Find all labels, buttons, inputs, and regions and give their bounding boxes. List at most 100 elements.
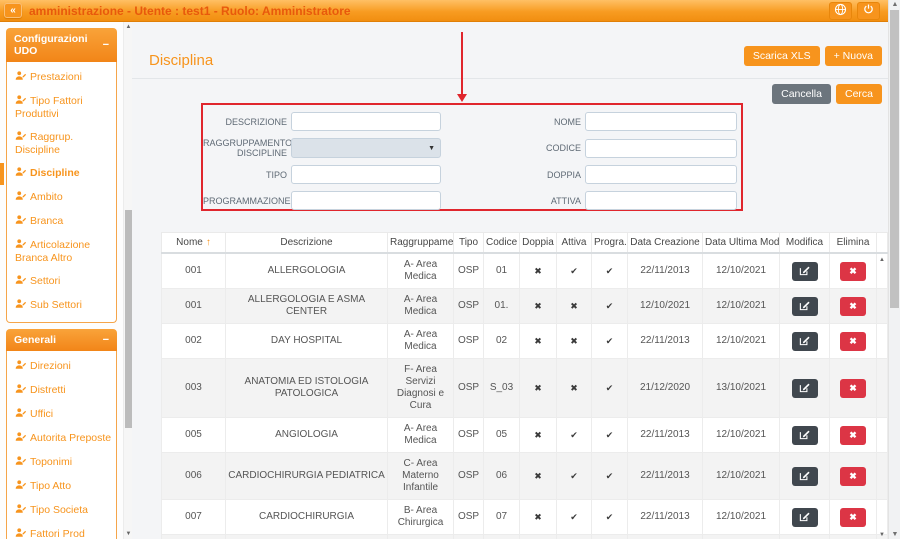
- column-header-modifica[interactable]: Modifica: [780, 233, 830, 254]
- collapse-icon[interactable]: −: [103, 40, 109, 50]
- cell-elimina: ✖: [830, 359, 877, 418]
- edit-button[interactable]: [792, 426, 818, 445]
- sidebar-item-discipline[interactable]: Discipline: [7, 161, 116, 185]
- new-button[interactable]: + Nuova: [825, 46, 882, 66]
- page-scrollbar-thumb[interactable]: [890, 10, 899, 308]
- edit-button[interactable]: [792, 508, 818, 527]
- delete-button[interactable]: ✖: [840, 297, 866, 316]
- sidebar-item-sub-settori[interactable]: Sub Settori: [7, 293, 116, 317]
- cell-nome: 001: [162, 253, 226, 289]
- attiva-input[interactable]: [585, 191, 737, 210]
- pencil-square-icon: [799, 428, 810, 443]
- doppia-input[interactable]: [585, 165, 737, 184]
- page-scrollbar[interactable]: ▲ ▼: [888, 0, 900, 539]
- table-scroll-down-icon[interactable]: ▼: [879, 532, 885, 538]
- cell-modifica: [780, 253, 830, 289]
- programmazione-input[interactable]: [291, 191, 441, 210]
- cross-icon: ✖: [534, 266, 542, 276]
- column-header-codice[interactable]: Codice: [484, 233, 520, 254]
- column-header-raggruppame[interactable]: Raggruppame...: [388, 233, 454, 254]
- scroll-up-icon[interactable]: ▲: [124, 24, 133, 30]
- sidebar-item-distretti[interactable]: Distretti: [7, 378, 116, 402]
- programmazione-flag: ✔: [592, 359, 628, 418]
- clear-button[interactable]: Cancella: [772, 84, 831, 104]
- sidebar-collapse-button[interactable]: «: [4, 3, 22, 18]
- pencil-square-icon: [799, 334, 810, 349]
- sidebar-item-articolazione-branca-altro[interactable]: Articolazione Branca Altro: [7, 233, 116, 269]
- user-edit-icon: [15, 298, 27, 312]
- tipo-input[interactable]: [291, 165, 441, 184]
- sidebar-item-direzioni[interactable]: Direzioni: [7, 354, 116, 378]
- sidebar-item-label: Discipline: [30, 167, 80, 179]
- column-header-tipo[interactable]: Tipo: [454, 233, 484, 254]
- edit-button[interactable]: [792, 467, 818, 486]
- delete-button[interactable]: ✖: [840, 332, 866, 351]
- sidebar-item-uffici[interactable]: Uffici: [7, 402, 116, 426]
- scroll-down-icon[interactable]: ▼: [889, 531, 900, 538]
- search-button[interactable]: Cerca: [836, 84, 882, 104]
- delete-button[interactable]: ✖: [840, 262, 866, 281]
- sidebar-item-ambito[interactable]: Ambito: [7, 185, 116, 209]
- raggruppamento-discipline-select[interactable]: ▼: [291, 138, 441, 158]
- column-header-nome[interactable]: Nome↑: [162, 233, 226, 254]
- sidebar-section-items: PrestazioniTipo Fattori ProduttiviRaggru…: [6, 62, 117, 323]
- column-header-attiva[interactable]: Attiva: [557, 233, 592, 254]
- check-icon: ✔: [606, 301, 614, 311]
- edit-button[interactable]: [792, 297, 818, 316]
- sidebar-section-configurazioni-udo[interactable]: Configurazioni UDO−: [6, 28, 117, 62]
- sidebar-item-toponimi[interactable]: Toponimi: [7, 450, 116, 474]
- annotation-arrow: [461, 32, 463, 94]
- sidebar-item-raggrup-discipline[interactable]: Raggrup. Discipline: [7, 125, 116, 161]
- sidebar-item-autorita-preposte[interactable]: Autorita Preposte: [7, 426, 116, 450]
- table-row: 003ANATOMIA ED ISTOLOGIA PATOLOGICAF- Ar…: [162, 359, 888, 418]
- sidebar-item-settori[interactable]: Settori: [7, 269, 116, 293]
- cell-codice: 08: [484, 535, 520, 539]
- cell-data-creazione: 22/11/2013: [628, 500, 703, 535]
- programmazione-flag: ✔: [592, 253, 628, 289]
- cell-blank: [877, 418, 888, 453]
- column-header-data-creazione[interactable]: Data Creazione: [628, 233, 703, 254]
- sidebar-nav: Configurazioni UDO−PrestazioniTipo Fatto…: [0, 22, 123, 539]
- column-header-progra[interactable]: Progra...: [592, 233, 628, 254]
- logout-button[interactable]: [857, 2, 880, 20]
- scroll-up-icon[interactable]: ▲: [889, 1, 900, 8]
- section-label: Generali: [14, 334, 56, 346]
- codice-input[interactable]: [585, 139, 737, 158]
- column-header-descrizione[interactable]: Descrizione: [226, 233, 388, 254]
- delete-button[interactable]: ✖: [840, 467, 866, 486]
- cell-codice: 01: [484, 253, 520, 289]
- cell-descrizione: ALLERGOLOGIA: [226, 253, 388, 289]
- sidebar-section-items: DirezioniDistrettiUfficiAutorita Prepost…: [6, 351, 117, 539]
- collapse-icon[interactable]: −: [103, 335, 109, 345]
- delete-button[interactable]: ✖: [840, 508, 866, 527]
- cell-data-ultima-modifica: 12/10/2021: [703, 500, 780, 535]
- sidebar-scrollbar[interactable]: ▲ ▼: [123, 22, 132, 539]
- cell-codice: 01.: [484, 289, 520, 324]
- sidebar-item-branca[interactable]: Branca: [7, 209, 116, 233]
- edit-button[interactable]: [792, 262, 818, 281]
- cell-tipo: OSP: [454, 289, 484, 324]
- globe-button[interactable]: [829, 2, 852, 20]
- table-scroll-up-icon[interactable]: ▲: [879, 257, 885, 263]
- edit-button[interactable]: [792, 379, 818, 398]
- nome-input[interactable]: [585, 112, 737, 131]
- column-header-data-ultima-modi[interactable]: Data Ultima Modi...: [703, 233, 780, 254]
- download-xls-button[interactable]: Scarica XLS: [744, 46, 820, 66]
- sidebar-item-tipo-atto[interactable]: Tipo Atto: [7, 474, 116, 498]
- sidebar-section-generali[interactable]: Generali −: [6, 329, 117, 351]
- sidebar-scrollbar-thumb[interactable]: [125, 210, 132, 428]
- edit-button[interactable]: [792, 332, 818, 351]
- sidebar-item-tipo-societa[interactable]: Tipo Societa: [7, 498, 116, 522]
- delete-button[interactable]: ✖: [840, 426, 866, 445]
- sidebar-item-prestazioni[interactable]: Prestazioni: [7, 65, 116, 89]
- cell-tipo: OSP: [454, 324, 484, 359]
- delete-button[interactable]: ✖: [840, 379, 866, 398]
- pencil-square-icon: [799, 381, 810, 396]
- scroll-down-icon[interactable]: ▼: [124, 531, 133, 537]
- column-header-doppia[interactable]: Doppia: [520, 233, 557, 254]
- descrizione-input[interactable]: [291, 112, 441, 131]
- sidebar-item-tipo-fattori-produttivi[interactable]: Tipo Fattori Produttivi: [7, 89, 116, 125]
- column-header-elimina[interactable]: Elimina: [830, 233, 877, 254]
- sidebar-item-fattori-prod-valori[interactable]: Fattori Prod Valori: [7, 522, 116, 539]
- cell-tipo: OSP: [454, 359, 484, 418]
